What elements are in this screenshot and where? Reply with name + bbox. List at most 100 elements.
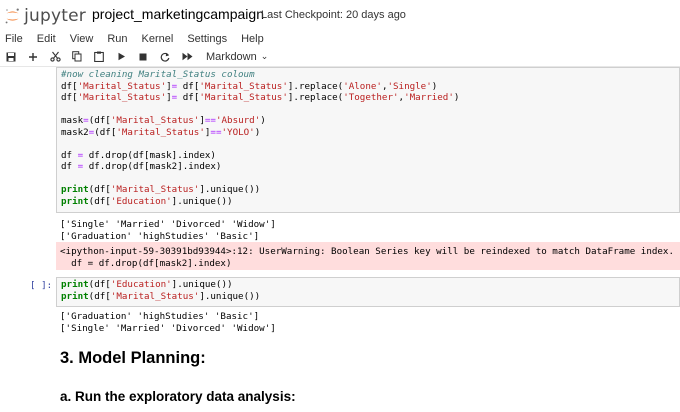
refresh-icon <box>160 52 170 62</box>
run-cell-button[interactable] <box>110 47 132 67</box>
scissors-icon <box>49 51 61 62</box>
menu-kernel[interactable]: Kernel <box>135 33 181 45</box>
code-token: 'Education' <box>110 195 172 207</box>
toolbar: Markdown ⌄ <box>0 47 680 67</box>
output-line: ['Single' 'Married' 'Divorced' 'Widow'] <box>60 322 276 334</box>
code-token: 'YOLO' <box>221 126 255 138</box>
restart-kernel-button[interactable] <box>154 47 176 67</box>
code-token: ) <box>260 115 266 126</box>
code-token: == <box>210 126 222 138</box>
stop-icon <box>139 53 147 60</box>
output-line: ['Graduation' 'highStudies' 'Basic'] <box>60 311 260 322</box>
markdown-heading-eda: a. Run the exploratory data analysis: <box>60 389 296 404</box>
markdown-heading-model-planning: 3. Model Planning: <box>60 349 206 367</box>
code-line: print(df['Marital_Status'].unique()) <box>61 291 679 303</box>
code-token: (df[ <box>88 195 111 207</box>
code-token: df <box>61 161 78 172</box>
code-line: df = df.drop(df[mask2].index) <box>61 161 679 173</box>
cell-type-select[interactable]: Markdown ⌄ <box>206 51 268 63</box>
code-token: ].unique()) <box>171 195 233 207</box>
code-token: df[ <box>61 92 78 103</box>
code-line: #now cleaning Marital_Status coloum <box>61 69 679 81</box>
notebook-header: jupyter project_marketingcampaign Last C… <box>0 0 680 30</box>
code-token: (df[ <box>94 126 117 138</box>
copy-button[interactable] <box>66 47 88 67</box>
cell-output: ['Graduation' 'highStudies' 'Basic'] ['S… <box>60 311 276 334</box>
cell-type-value: Markdown <box>206 50 257 63</box>
cut-button[interactable] <box>44 47 66 67</box>
code-cell-input[interactable]: #now cleaning Marital_Status coloum df['M… <box>56 67 680 213</box>
code-token: df <box>61 149 78 161</box>
code-token: ].replace( <box>287 92 344 103</box>
notebook-name[interactable]: project_marketingcampaign <box>92 6 264 22</box>
code-token: ) <box>453 92 460 103</box>
code-token: == <box>204 115 216 126</box>
code-line: print(df['Education'].unique()) <box>61 279 679 291</box>
code-token: (df[ <box>88 184 111 195</box>
code-token: print <box>61 290 89 302</box>
code-token: 'Marital_Status' <box>77 92 167 103</box>
code-editor[interactable]: print(df['Education'].unique()) print(df[… <box>61 279 679 302</box>
paste-button[interactable] <box>88 47 110 67</box>
code-token: print <box>61 279 89 290</box>
input-prompt: [ ]: <box>30 280 53 291</box>
code-token: ].unique()) <box>199 290 261 302</box>
fast-forward-icon <box>182 52 192 61</box>
cell-output: ['Single' 'Married' 'Divorced' 'Widow'] … <box>60 219 276 242</box>
code-cell-input[interactable]: print(df['Education'].unique()) print(df[… <box>56 277 680 307</box>
menu-file[interactable]: File <box>0 33 30 45</box>
code-token: 'Single' <box>387 80 432 92</box>
code-editor[interactable]: #now cleaning Marital_Status coloum df['M… <box>61 69 679 207</box>
code-token: df.drop(df[mask].index) <box>83 149 216 161</box>
code-token: 'Absurd' <box>215 115 261 126</box>
code-token: mask <box>61 115 84 126</box>
code-token: 'Marital_Status' <box>110 115 200 126</box>
code-token: df[ <box>61 80 78 92</box>
jupyter-logo[interactable]: jupyter <box>4 4 86 28</box>
code-line: print(df['Marital_Status'].unique()) <box>61 184 679 196</box>
code-token: 'Marital_Status' <box>110 184 200 195</box>
code-token: ) <box>431 80 438 92</box>
insert-cell-button[interactable] <box>22 47 44 67</box>
code-token: 'Alone' <box>343 80 382 92</box>
code-token: print <box>61 184 89 195</box>
clipboard-icon <box>94 51 104 62</box>
code-token: print <box>61 195 89 207</box>
save-button[interactable] <box>0 47 22 67</box>
code-token: 'Marital_Status' <box>116 126 205 138</box>
menu-view[interactable]: View <box>63 33 101 45</box>
interrupt-kernel-button[interactable] <box>132 47 154 67</box>
code-token: mask2 <box>61 126 89 138</box>
code-token: (df[ <box>88 279 111 290</box>
menu-edit[interactable]: Edit <box>30 33 63 45</box>
warning-line: <ipython-input-59-30391bd93944>:12: User… <box>60 246 674 257</box>
code-token: (df[ <box>88 115 111 126</box>
menubar: File Edit View Run Kernel Settings Help <box>0 30 680 48</box>
code-token: ].unique()) <box>171 279 233 290</box>
code-token: ].replace( <box>287 80 344 92</box>
notebook-panel: #now cleaning Marital_Status coloum df['M… <box>0 67 680 412</box>
warning-line: df = df.drop(df[mask2].index) <box>60 257 232 269</box>
menu-settings[interactable]: Settings <box>180 33 234 45</box>
code-token: ].unique()) <box>199 184 261 195</box>
code-line: df['Marital_Status']= df['Marital_Status… <box>61 81 679 93</box>
menu-run[interactable]: Run <box>100 33 134 45</box>
restart-run-all-button[interactable] <box>176 47 198 67</box>
output-line: ['Single' 'Married' 'Divorced' 'Widow'] <box>60 219 276 230</box>
code-token: 'Marital_Status' <box>77 80 167 92</box>
code-line: df = df.drop(df[mask].index) <box>61 150 679 162</box>
code-token: #now cleaning Marital_Status coloum <box>61 69 255 80</box>
code-token: df.drop(df[mask2].index) <box>83 161 222 172</box>
chevron-down-icon: ⌄ <box>260 51 269 61</box>
code-token: 'Marital_Status' <box>199 92 288 103</box>
code-line: df['Marital_Status']= df['Marital_Status… <box>61 92 679 104</box>
code-token: 'Married' <box>404 92 454 103</box>
code-line: mask=(df['Marital_Status']=='Absurd') <box>61 115 679 127</box>
play-icon <box>118 52 125 61</box>
checkpoint-status: Last Checkpoint: 20 days ago <box>261 9 406 21</box>
code-token: 'Marital_Status' <box>199 80 288 92</box>
menu-help[interactable]: Help <box>234 33 271 45</box>
